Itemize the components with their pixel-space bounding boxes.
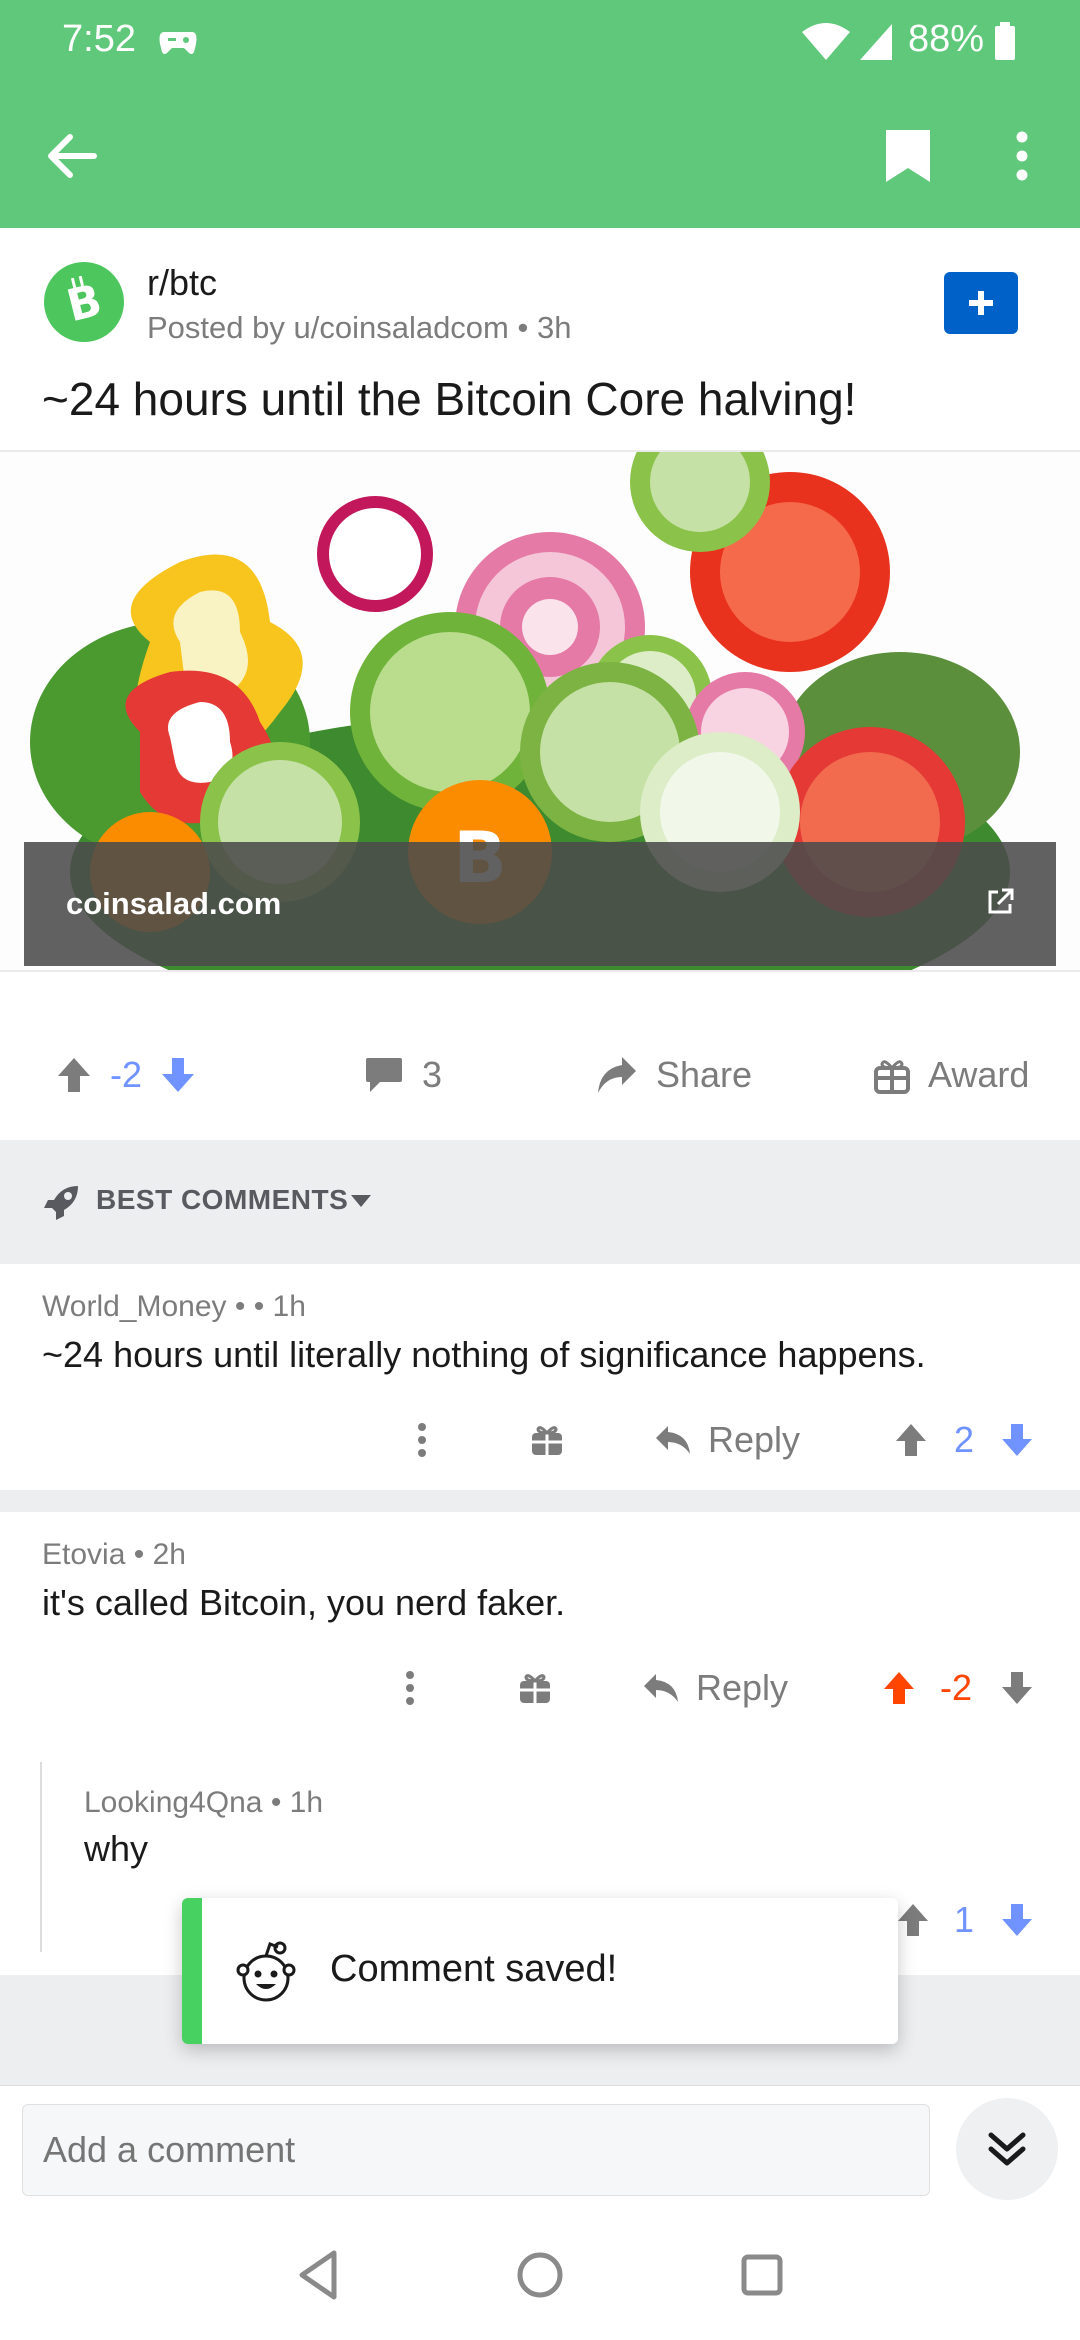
bitcoin-cash-icon: B xyxy=(62,275,107,333)
share-icon xyxy=(598,1057,636,1093)
add-comment-input[interactable] xyxy=(22,2104,930,2196)
cellular-signal-icon xyxy=(860,24,892,60)
nav-recents-icon[interactable] xyxy=(732,2245,792,2305)
thread-line xyxy=(40,1762,42,1952)
comment-author[interactable]: Looking4Qna xyxy=(84,1786,262,1819)
upvote-icon[interactable] xyxy=(56,1056,92,1094)
battery-icon xyxy=(995,22,1015,60)
downvote-icon[interactable] xyxy=(1000,1670,1034,1706)
reply-label: Reply xyxy=(696,1667,789,1708)
sort-label: BEST COMMENTS xyxy=(96,1184,349,1215)
bookmark-button[interactable] xyxy=(872,120,944,192)
post-vote-group: -2 xyxy=(56,1010,196,1140)
comment-icon xyxy=(366,1058,402,1092)
post-header: B r/btc Posted by u/coinsaladcom • 3h ~2… xyxy=(0,228,1080,448)
share-button[interactable]: Share xyxy=(596,1010,752,1140)
comment-body: why xyxy=(84,1828,149,1869)
rocket-icon xyxy=(44,1186,78,1220)
back-button[interactable] xyxy=(36,120,108,192)
toast-accent xyxy=(182,1898,202,2044)
comment-meta: Looking4Qna • 1h xyxy=(84,1786,323,1820)
game-controller-icon xyxy=(159,32,197,54)
nav-back-icon[interactable] xyxy=(290,2245,350,2305)
gift-icon[interactable] xyxy=(518,1671,552,1705)
more-options-button[interactable] xyxy=(986,120,1058,192)
comment-author[interactable]: World_Money xyxy=(42,1290,227,1323)
subreddit-avatar[interactable]: B xyxy=(44,262,124,342)
gift-icon[interactable] xyxy=(530,1423,564,1457)
comment-score: 1 xyxy=(954,1899,975,1940)
svg-text:B: B xyxy=(62,275,107,333)
comment-meta: Etovia • 2h xyxy=(42,1538,186,1572)
battery-percent: 88% xyxy=(908,18,985,60)
comment-composer xyxy=(0,2085,1080,2216)
gift-icon xyxy=(874,1060,910,1094)
collapse-comments-button[interactable] xyxy=(956,2098,1058,2200)
post-link-preview[interactable]: B coinsalad.com xyxy=(0,450,1080,972)
post-action-bar: -2 3 Share Award xyxy=(0,1010,1080,1140)
comment-actions: Reply -2 xyxy=(398,1658,1050,1718)
double-chevron-down-icon xyxy=(988,2132,1026,2166)
wifi-icon xyxy=(802,23,850,60)
chevron-down-icon xyxy=(351,1195,371,1207)
toast-text: Comment saved! xyxy=(330,1948,618,1990)
comment-meta-separator: • 2h xyxy=(125,1538,186,1571)
nav-home-icon[interactable] xyxy=(510,2245,570,2305)
reply-label: Reply xyxy=(708,1419,801,1460)
status-time: 7:52 xyxy=(62,18,136,60)
comment-actions: 1 xyxy=(880,1890,1050,1950)
comment-count: 3 xyxy=(422,1054,443,1095)
comment-divider xyxy=(0,1490,1080,1512)
comment-meta-separator: • 1h xyxy=(262,1786,324,1819)
more-vert-icon[interactable] xyxy=(416,1422,428,1458)
arrow-left-icon xyxy=(48,134,97,178)
upvote-icon[interactable] xyxy=(894,1422,928,1458)
comment-meta-separator: • • 1h xyxy=(226,1290,306,1323)
comment-body: ~24 hours until literally nothing of sig… xyxy=(42,1334,926,1375)
more-vert-icon xyxy=(1016,131,1028,181)
comments-button[interactable]: 3 xyxy=(364,1010,442,1140)
award-label: Award xyxy=(928,1054,1030,1095)
snoo-icon xyxy=(236,1941,296,2002)
upvote-icon[interactable] xyxy=(882,1670,916,1706)
upvote-icon[interactable] xyxy=(896,1902,930,1938)
external-link-icon xyxy=(988,888,1014,914)
comment-item: World_Money • • 1h ~24 hours until liter… xyxy=(0,1264,1080,1490)
app-bar xyxy=(0,84,1080,228)
subreddit-name[interactable]: r/btc xyxy=(147,262,217,304)
more-vert-icon[interactable] xyxy=(404,1670,416,1706)
downvote-icon[interactable] xyxy=(1000,1422,1034,1458)
post-author-meta[interactable]: Posted by u/coinsaladcom • 3h xyxy=(147,310,571,346)
award-button[interactable]: Award xyxy=(874,1010,1029,1140)
reply-button[interactable]: Reply xyxy=(642,1667,788,1709)
post-score: -2 xyxy=(110,1054,143,1095)
comment-author[interactable]: Etovia xyxy=(42,1538,125,1571)
downvote-icon[interactable] xyxy=(1000,1902,1034,1938)
status-bar: 7:52 88% xyxy=(0,0,1080,84)
post-title: ~24 hours until the Bitcoin Core halving… xyxy=(42,373,857,425)
plus-icon xyxy=(969,291,993,315)
downvote-icon[interactable] xyxy=(160,1056,196,1094)
toast-notification: Comment saved! xyxy=(182,1898,898,2044)
comment-body: it's called Bitcoin, you nerd faker. xyxy=(42,1582,566,1623)
link-domain: coinsalad.com xyxy=(66,886,282,921)
reply-button[interactable]: Reply xyxy=(654,1419,800,1461)
comment-sort-bar[interactable]: BEST COMMENTS xyxy=(0,1140,1080,1264)
link-bar[interactable]: coinsalad.com xyxy=(24,842,1056,966)
comment-score: 2 xyxy=(954,1419,975,1460)
share-label: Share xyxy=(656,1054,753,1095)
reply-icon xyxy=(644,1674,678,1702)
reply-icon xyxy=(656,1426,690,1454)
comment-actions: Reply 2 xyxy=(410,1410,1050,1470)
comment-meta: World_Money • • 1h xyxy=(42,1290,306,1324)
bookmark-icon xyxy=(886,130,930,182)
join-subreddit-button[interactable] xyxy=(944,272,1018,334)
comment-score: -2 xyxy=(940,1667,973,1708)
system-nav-bar xyxy=(0,2215,1080,2340)
comment-item: Etovia • 2h it's called Bitcoin, you ner… xyxy=(0,1512,1080,1762)
